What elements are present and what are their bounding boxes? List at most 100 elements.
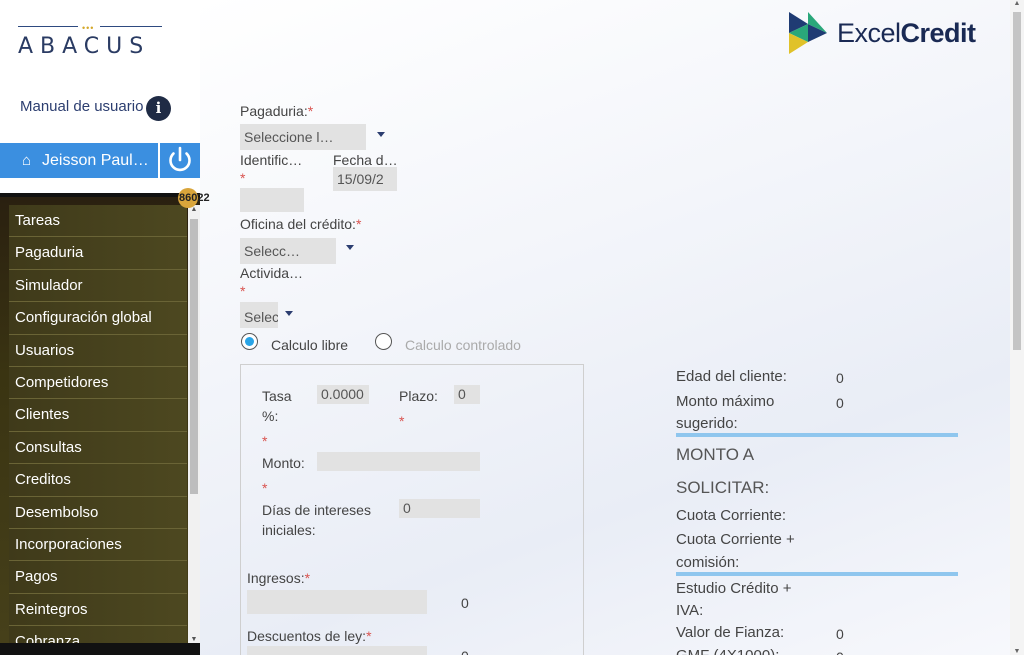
menu-item-reintegros[interactable]: Reintegros — [9, 593, 187, 627]
menu-item-pagaduria[interactable]: Pagaduria — [9, 237, 187, 270]
menu-scroll-thumb[interactable] — [190, 219, 198, 494]
page-scrollbar[interactable]: ▲ ▼ — [1010, 0, 1024, 655]
estudio-credito-label: Estudio Crédito + — [676, 580, 792, 597]
home-icon: ⌂ — [22, 152, 32, 169]
plazo-label: Plazo: — [399, 388, 438, 404]
dias-input[interactable]: 0 — [399, 499, 480, 518]
menu-item-pagos[interactable]: Pagos — [9, 561, 187, 594]
logo-line-right — [100, 26, 162, 27]
required-mark: * — [304, 570, 311, 586]
power-icon — [169, 146, 191, 172]
estudio-credito-label-2: IVA: — [676, 602, 704, 619]
excelcredit-mark-icon — [789, 12, 827, 54]
monto-maximo-label-2: sugerido: — [676, 415, 738, 432]
identificacion-input[interactable] — [240, 188, 304, 212]
sidebar: ••• ABACUS Manual de usuario i ⌂ Jeisson… — [0, 0, 210, 655]
logout-button[interactable] — [160, 143, 200, 178]
actividad-select[interactable]: Selec — [240, 302, 278, 328]
page-scroll-up-icon[interactable]: ▲ — [1013, 0, 1021, 7]
cuota-comision-label: Cuota Corriente + — [676, 531, 795, 548]
plazo-input[interactable]: 0 — [454, 385, 480, 404]
oficina-label-text: Oficina del crédito: — [240, 216, 356, 232]
scroll-down-icon[interactable]: ▼ — [190, 635, 198, 643]
fecha-label: Fecha d… — [333, 152, 398, 168]
calculo-controlado-label: Calculo controlado — [405, 337, 521, 353]
monto-maximo-value: 0 — [836, 395, 844, 411]
monto-solicitar-heading: MONTO A — [676, 445, 755, 464]
oficina-label: Oficina del crédito:* — [240, 216, 361, 232]
monto-required: * — [262, 480, 268, 496]
descuentos-label-text: Descuentos de ley: — [247, 628, 367, 644]
descuentos-value: 0 — [461, 648, 469, 655]
tasa-label: Tasa — [262, 388, 292, 404]
edad-value: 0 — [836, 370, 844, 386]
calculo-controlado-radio[interactable] — [375, 333, 392, 350]
gmf-value: 0 — [836, 649, 844, 655]
fianza-label: Valor de Fianza: — [676, 624, 785, 641]
divider-2 — [676, 572, 958, 576]
required-mark: * — [355, 216, 362, 232]
page-scroll-thumb[interactable] — [1013, 12, 1021, 350]
page-scroll-down-icon[interactable]: ▼ — [1013, 648, 1021, 655]
menu-list: Tareas Pagaduria Simulador Configuración gl… — [9, 205, 187, 643]
pagaduria-label-text: Pagaduria: — [240, 103, 308, 119]
menu-footer-bar — [0, 643, 200, 655]
actividad-dropdown-icon[interactable] — [285, 311, 293, 316]
monto-label: Monto: — [262, 455, 305, 471]
tasa-label-percent: %: — [262, 408, 279, 424]
brand-bold: Credit — [900, 18, 977, 48]
oficina-select[interactable]: Selecc… — [240, 238, 336, 264]
required-mark: * — [366, 628, 372, 644]
monto-solicitar-heading-2: SOLICITAR: — [676, 478, 770, 497]
pagaduria-label: Pagaduria:* — [240, 103, 313, 119]
calculo-libre-label: Calculo libre — [271, 337, 349, 353]
menu-item-simulador[interactable]: Simulador — [9, 269, 187, 303]
logo-dots: ••• — [82, 23, 95, 33]
logo-text: ABACUS — [18, 34, 151, 59]
menu-item-creditos[interactable]: Creditos — [9, 464, 187, 497]
cuota-comision-label-2: comisión: — [676, 554, 740, 571]
menu-item-cobranza[interactable]: Cobranza — [9, 626, 187, 643]
main-menu: Tareas Pagaduria Simulador Configuración gl… — [0, 193, 200, 643]
menu-item-usuarios[interactable]: Usuarios — [9, 334, 187, 367]
menu-item-consultas[interactable]: Consultas — [9, 431, 187, 465]
oficina-dropdown-icon[interactable] — [346, 245, 354, 250]
user-profile-button[interactable]: ⌂ Jeisson Paul… — [0, 143, 158, 178]
ingresos-input[interactable] — [247, 590, 427, 614]
monto-maximo-label: Monto máximo — [676, 393, 775, 410]
menu-scrollbar[interactable]: ▲ ▼ — [188, 205, 200, 643]
pagaduria-select[interactable]: Seleccione l… — [240, 124, 366, 150]
descuentos-label: Descuentos de ley:* — [247, 628, 372, 644]
fianza-value: 0 — [836, 626, 844, 642]
cuota-corriente-label: Cuota Corriente: — [676, 507, 787, 524]
actividad-required: * — [240, 283, 246, 299]
user-name: Jeisson Paul… — [42, 152, 149, 169]
menu-item-clientes[interactable]: Clientes — [9, 399, 187, 432]
fecha-input[interactable]: 15/09/2 — [333, 167, 397, 191]
edad-label: Edad del cliente: — [676, 368, 787, 385]
menu-item-incorporaciones[interactable]: Incorporaciones — [9, 528, 187, 562]
excelcredit-logo: ExcelCredit — [789, 12, 989, 54]
dias-label-2: iniciales: — [262, 522, 316, 538]
calculo-libre-radio[interactable] — [241, 333, 258, 350]
menu-item-competidores[interactable]: Competidores — [9, 366, 187, 400]
ingresos-label: Ingresos:* — [247, 570, 310, 586]
notification-badge[interactable]: 86022 — [178, 188, 210, 208]
menu-item-desembolso[interactable]: Desembolso — [9, 496, 187, 529]
menu-item-configuración-global[interactable]: Configuración global — [9, 302, 187, 335]
excelcredit-wordmark: ExcelCredit — [837, 18, 976, 49]
descuentos-input[interactable] — [247, 646, 427, 655]
actividad-label: Activida… — [240, 265, 304, 281]
monto-input[interactable] — [317, 452, 480, 471]
tasa-input[interactable]: 0.0000 — [317, 385, 369, 404]
ingresos-label-text: Ingresos: — [247, 570, 305, 586]
menu-item-tareas[interactable]: Tareas — [9, 205, 187, 238]
tasa-required: * — [262, 433, 268, 449]
user-manual-link[interactable]: Manual de usuario — [20, 98, 143, 115]
identificacion-required: * — [240, 170, 246, 186]
info-icon[interactable]: i — [146, 96, 171, 121]
brand-light: Excel — [837, 18, 901, 48]
pagaduria-dropdown-icon[interactable] — [377, 132, 385, 137]
plazo-required: * — [399, 413, 405, 429]
logo-line-left — [18, 26, 78, 27]
